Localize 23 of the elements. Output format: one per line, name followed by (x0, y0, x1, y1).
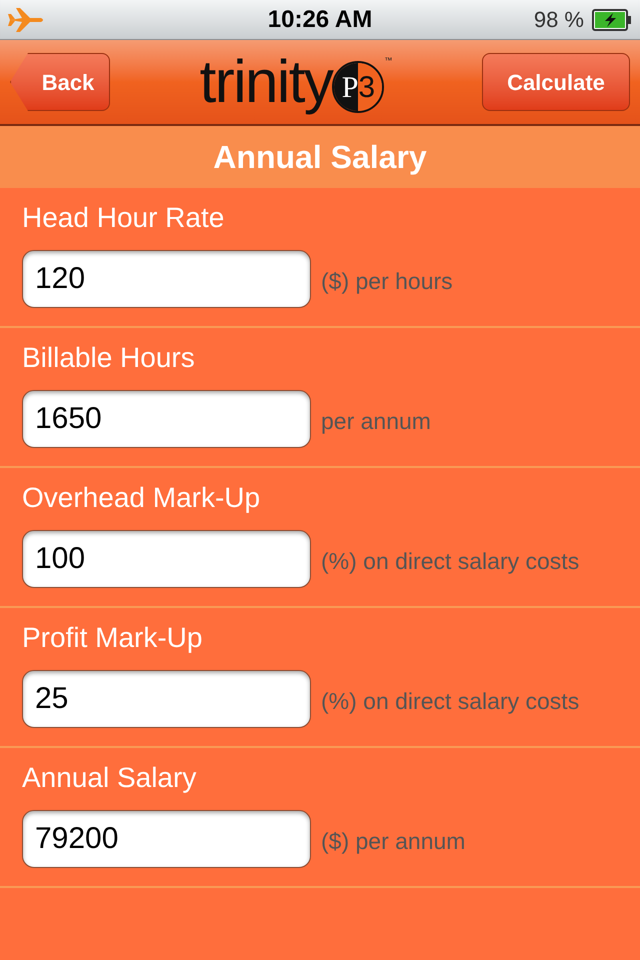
input-field[interactable]: 25 (22, 670, 311, 728)
field-label: Annual Salary (22, 761, 196, 795)
unit-label: (%) on direct salary costs (321, 546, 580, 576)
input-field[interactable]: 120 (22, 250, 311, 308)
input-field[interactable]: 1650 (22, 390, 311, 448)
logo-badge: P3 (332, 61, 384, 113)
field-label: Billable Hours (22, 341, 195, 375)
input-field[interactable]: 100 (22, 530, 311, 588)
unit-label: (%) on direct salary costs (321, 686, 580, 716)
field-label: Profit Mark-Up (22, 621, 202, 655)
field-label: Head Hour Rate (22, 201, 224, 235)
unit-label: ($) per hours (321, 266, 453, 296)
status-time: 10:26 AM (268, 4, 372, 34)
battery-percentage: 98 % (534, 6, 584, 34)
battery-icon (592, 8, 632, 30)
field-label: Overhead Mark-Up (22, 481, 260, 515)
airplane-icon (8, 6, 46, 32)
trademark: ™ (384, 55, 392, 67)
unit-label: per annum (321, 406, 431, 436)
input-field[interactable]: 79200 (22, 810, 311, 868)
section-title: Annual Salary (213, 138, 427, 177)
logo-wordmark: trinity (200, 52, 332, 112)
unit-label: ($) per annum (321, 826, 466, 856)
